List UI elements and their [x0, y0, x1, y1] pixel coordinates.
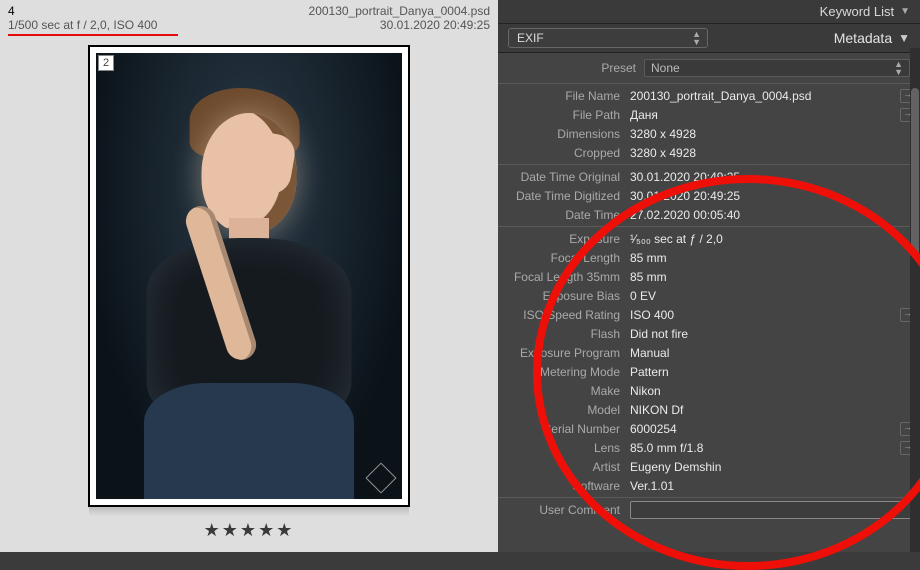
metadata-value[interactable]: ¹⁄₅₀₀ sec at ƒ / 2,0: [630, 232, 914, 246]
metadata-label: Cropped: [498, 146, 630, 160]
metadata-set-value: EXIF: [517, 31, 544, 45]
metadata-row[interactable]: Date Time Digitized30.01.2020 20:49:25: [498, 186, 920, 205]
metadata-row[interactable]: Lens85.0 mm f/1.8: [498, 438, 920, 457]
metadata-label: Artist: [498, 460, 630, 474]
metadata-value[interactable]: Did not fire: [630, 327, 914, 341]
metadata-row[interactable]: ArtistEugeny Demshin: [498, 457, 920, 476]
metadata-value[interactable]: Nikon: [630, 384, 914, 398]
metadata-row[interactable]: Cropped3280 x 4928: [498, 143, 920, 162]
metadata-value[interactable]: NIKON Df: [630, 403, 914, 417]
metadata-label: Date Time Original: [498, 170, 630, 184]
metadata-label: Date Time: [498, 208, 630, 222]
metadata-row[interactable]: Focal Length 35mm85 mm: [498, 267, 920, 286]
metadata-row[interactable]: File PathДаня: [498, 105, 920, 124]
metadata-set-select[interactable]: EXIF ▲▼: [508, 28, 708, 48]
scrollbar[interactable]: [910, 48, 920, 552]
metadata-label: Metering Mode: [498, 365, 630, 379]
preview-pane: 4 200130_portrait_Danya_0004.psd 1/500 s…: [0, 0, 498, 552]
preset-select[interactable]: None ▲▼: [644, 59, 910, 77]
metadata-value[interactable]: 85 mm: [630, 251, 914, 265]
metadata-label: Dimensions: [498, 127, 630, 141]
metadata-label: Serial Number: [498, 422, 630, 436]
metadata-value[interactable]: ISO 400: [630, 308, 900, 322]
metadata-label: Focal Length: [498, 251, 630, 265]
preset-value: None: [651, 61, 680, 75]
metadata-row[interactable]: Dimensions3280 x 4928: [498, 124, 920, 143]
chevron-down-icon: ▼: [900, 6, 910, 17]
metadata-value[interactable]: Ver.1.01: [630, 479, 914, 493]
metadata-row[interactable]: FlashDid not fire: [498, 324, 920, 343]
metadata-value[interactable]: 30.01.2020 20:49:25: [630, 189, 914, 203]
metadata-row[interactable]: Focal Length85 mm: [498, 248, 920, 267]
chevron-down-icon[interactable]: ▼: [898, 31, 910, 45]
exif-summary: 1/500 sec at f / 2,0, ISO 400: [8, 18, 157, 32]
metadata-row[interactable]: Date Time27.02.2020 00:05:40: [498, 205, 920, 224]
metadata-value[interactable]: Даня: [630, 108, 900, 122]
metadata-label: Lens: [498, 441, 630, 455]
metadata-row[interactable]: File Name200130_portrait_Danya_0004.psd: [498, 86, 920, 105]
metadata-value[interactable]: Eugeny Demshin: [630, 460, 914, 474]
metadata-value[interactable]: 200130_portrait_Danya_0004.psd: [630, 89, 900, 103]
metadata-row[interactable]: Serial Number6000254: [498, 419, 920, 438]
photo-index: 4: [8, 4, 15, 18]
watermark-icon: [365, 462, 396, 493]
metadata-label: Flash: [498, 327, 630, 341]
metadata-section-camera: Exposure¹⁄₅₀₀ sec at ƒ / 2,0Focal Length…: [498, 226, 920, 497]
metadata-value[interactable]: 30.01.2020 20:49:25: [630, 170, 914, 184]
metadata-row[interactable]: ModelNIKON Df: [498, 400, 920, 419]
panel-header-keyword-list[interactable]: Keyword List ▼: [498, 0, 920, 24]
metadata-value[interactable]: 0 EV: [630, 289, 914, 303]
metadata-label: Exposure Bias: [498, 289, 630, 303]
metadata-section-file: File Name200130_portrait_Danya_0004.psdF…: [498, 83, 920, 164]
metadata-row[interactable]: SoftwareVer.1.01: [498, 476, 920, 495]
metadata-label: File Path: [498, 108, 630, 122]
metadata-row[interactable]: Date Time Original30.01.2020 20:49:25: [498, 167, 920, 186]
panel-title: Keyword List: [820, 4, 894, 19]
metadata-row[interactable]: ISO Speed RatingISO 400: [498, 305, 920, 324]
annotation-underline: [8, 34, 178, 36]
metadata-value[interactable]: 6000254: [630, 422, 900, 436]
panel-title-metadata: Metadata: [834, 30, 892, 46]
metadata-row[interactable]: Exposure¹⁄₅₀₀ sec at ƒ / 2,0: [498, 229, 920, 248]
metadata-value[interactable]: 27.02.2020 00:05:40: [630, 208, 914, 222]
metadata-label: File Name: [498, 89, 630, 103]
user-comment-input[interactable]: [630, 501, 914, 519]
metadata-label: ISO Speed Rating: [498, 308, 630, 322]
metadata-value[interactable]: 85 mm: [630, 270, 914, 284]
metadata-row[interactable]: Exposure Bias0 EV: [498, 286, 920, 305]
metadata-value[interactable]: Pattern: [630, 365, 914, 379]
rating-stars[interactable]: ★★★★★: [0, 520, 498, 541]
metadata-row[interactable]: Exposure ProgramManual: [498, 343, 920, 362]
metadata-section-dates: Date Time Original30.01.2020 20:49:25Dat…: [498, 164, 920, 226]
user-comment-label: User Comment: [498, 503, 630, 517]
photo-cell[interactable]: 2: [89, 46, 409, 506]
metadata-value[interactable]: 3280 x 4928: [630, 146, 914, 160]
metadata-panel: Keyword List ▼ EXIF ▲▼ Metadata ▼ Preset…: [498, 0, 920, 552]
metadata-label: Exposure Program: [498, 346, 630, 360]
metadata-label: Exposure: [498, 232, 630, 246]
updown-icon: ▲▼: [692, 30, 701, 46]
metadata-label: Date Time Digitized: [498, 189, 630, 203]
metadata-value[interactable]: Manual: [630, 346, 914, 360]
stack-count-badge[interactable]: 2: [98, 55, 114, 71]
scrollbar-thumb[interactable]: [911, 88, 919, 258]
updown-icon: ▲▼: [894, 60, 903, 76]
metadata-row[interactable]: MakeNikon: [498, 381, 920, 400]
metadata-section-user: User Comment: [498, 497, 920, 521]
photo-datetime: 30.01.2020 20:49:25: [380, 18, 490, 32]
metadata-label: Model: [498, 403, 630, 417]
metadata-row[interactable]: Metering ModePattern: [498, 362, 920, 381]
photo-filename: 200130_portrait_Danya_0004.psd: [309, 4, 490, 18]
metadata-label: Focal Length 35mm: [498, 270, 630, 284]
photo-thumbnail[interactable]: [96, 53, 402, 499]
metadata-value[interactable]: 85.0 mm f/1.8: [630, 441, 900, 455]
preset-label: Preset: [508, 61, 636, 75]
metadata-label: Software: [498, 479, 630, 493]
metadata-value[interactable]: 3280 x 4928: [630, 127, 914, 141]
metadata-label: Make: [498, 384, 630, 398]
